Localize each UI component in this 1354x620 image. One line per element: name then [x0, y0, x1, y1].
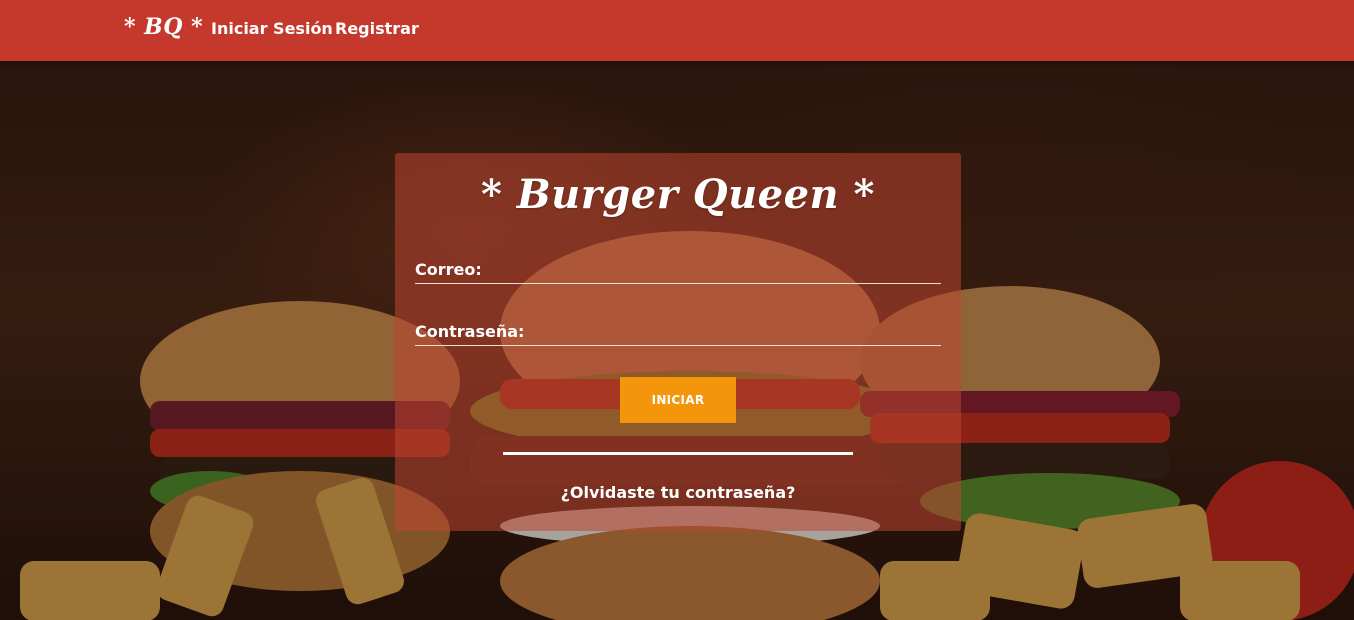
- login-button[interactable]: INICIAR: [620, 377, 736, 423]
- login-panel: * Burger Queen * Correo: Contraseña: INI…: [395, 153, 961, 531]
- password-label: Contraseña:: [415, 322, 525, 341]
- password-field: Contraseña:: [415, 320, 941, 346]
- navbar: * BQ * Iniciar Sesión Registrar: [0, 0, 1354, 61]
- password-input[interactable]: [515, 320, 941, 344]
- login-title: * Burger Queen *: [481, 171, 875, 218]
- email-label: Correo:: [415, 260, 482, 279]
- email-input[interactable]: [477, 258, 941, 282]
- divider: [503, 452, 853, 455]
- forgot-password-link[interactable]: ¿Olvidaste tu contraseña?: [395, 483, 961, 502]
- brand-logo[interactable]: * BQ *: [124, 14, 203, 40]
- nav-link-register[interactable]: Registrar: [335, 19, 419, 38]
- nav-link-login[interactable]: Iniciar Sesión: [211, 19, 333, 38]
- email-field: Correo:: [415, 258, 941, 284]
